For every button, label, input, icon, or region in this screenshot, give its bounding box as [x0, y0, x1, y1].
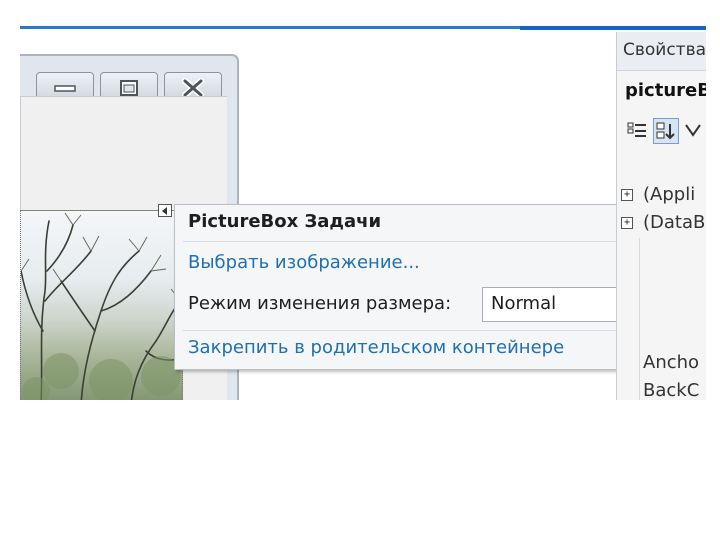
properties-toolbar: [625, 118, 706, 146]
expand-icon[interactable]: +: [621, 217, 633, 229]
property-row[interactable]: [617, 238, 706, 266]
property-row[interactable]: [617, 266, 706, 294]
row-indent: [639, 238, 640, 266]
properties-icon: [685, 124, 701, 137]
alphabetical-icon: [656, 122, 675, 140]
property-name: BackC: [643, 380, 700, 400]
row-indent: [639, 378, 640, 400]
smart-tag-arrow-icon: [162, 206, 167, 215]
properties-pane: Свойства pictureB + (Appli + (DataB Anch…: [616, 32, 706, 400]
tree-photo: [21, 212, 182, 400]
form-designer-surface: PictureBox Задачи Выбрать изображение...…: [20, 30, 703, 400]
property-name: (Appli: [643, 184, 696, 205]
minimize-icon: [54, 85, 76, 92]
dock-in-parent-link[interactable]: Закрепить в родительском контейнере: [188, 337, 564, 358]
properties-button[interactable]: [681, 118, 705, 142]
size-mode-label: Режим изменения размера:: [188, 293, 452, 314]
property-row[interactable]: + (Appli: [617, 182, 706, 210]
row-indent: [639, 294, 640, 322]
property-row[interactable]: Ancho: [617, 350, 706, 378]
alphabetical-button[interactable]: [653, 118, 679, 144]
size-mode-value: Normal: [491, 293, 557, 314]
row-indent: [639, 350, 640, 378]
row-indent: [639, 266, 640, 294]
accent-strip: [20, 26, 520, 29]
property-name: Ancho: [643, 352, 700, 373]
property-row[interactable]: [617, 294, 706, 322]
smart-tag-button[interactable]: [158, 204, 172, 217]
tasks-panel-title: PictureBox Задачи: [188, 211, 382, 232]
row-indent: [639, 322, 640, 350]
maximize-icon: [120, 80, 138, 96]
screenshot-area: PictureBox Задачи Выбрать изображение...…: [20, 26, 706, 400]
property-row[interactable]: + (DataB: [617, 210, 706, 238]
property-row[interactable]: BackC: [617, 378, 706, 400]
categorized-button[interactable]: [625, 118, 649, 142]
picture-box[interactable]: [20, 210, 183, 400]
property-row[interactable]: [617, 322, 706, 350]
choose-image-link[interactable]: Выбрать изображение...: [188, 252, 420, 273]
selected-object-name[interactable]: pictureB: [625, 80, 706, 101]
close-icon: [182, 78, 204, 98]
properties-header: Свойства: [617, 32, 706, 71]
expand-icon[interactable]: +: [621, 189, 633, 201]
categorized-icon: [627, 122, 646, 137]
properties-title: Свойства: [623, 40, 706, 60]
property-name: (DataB: [643, 212, 706, 233]
